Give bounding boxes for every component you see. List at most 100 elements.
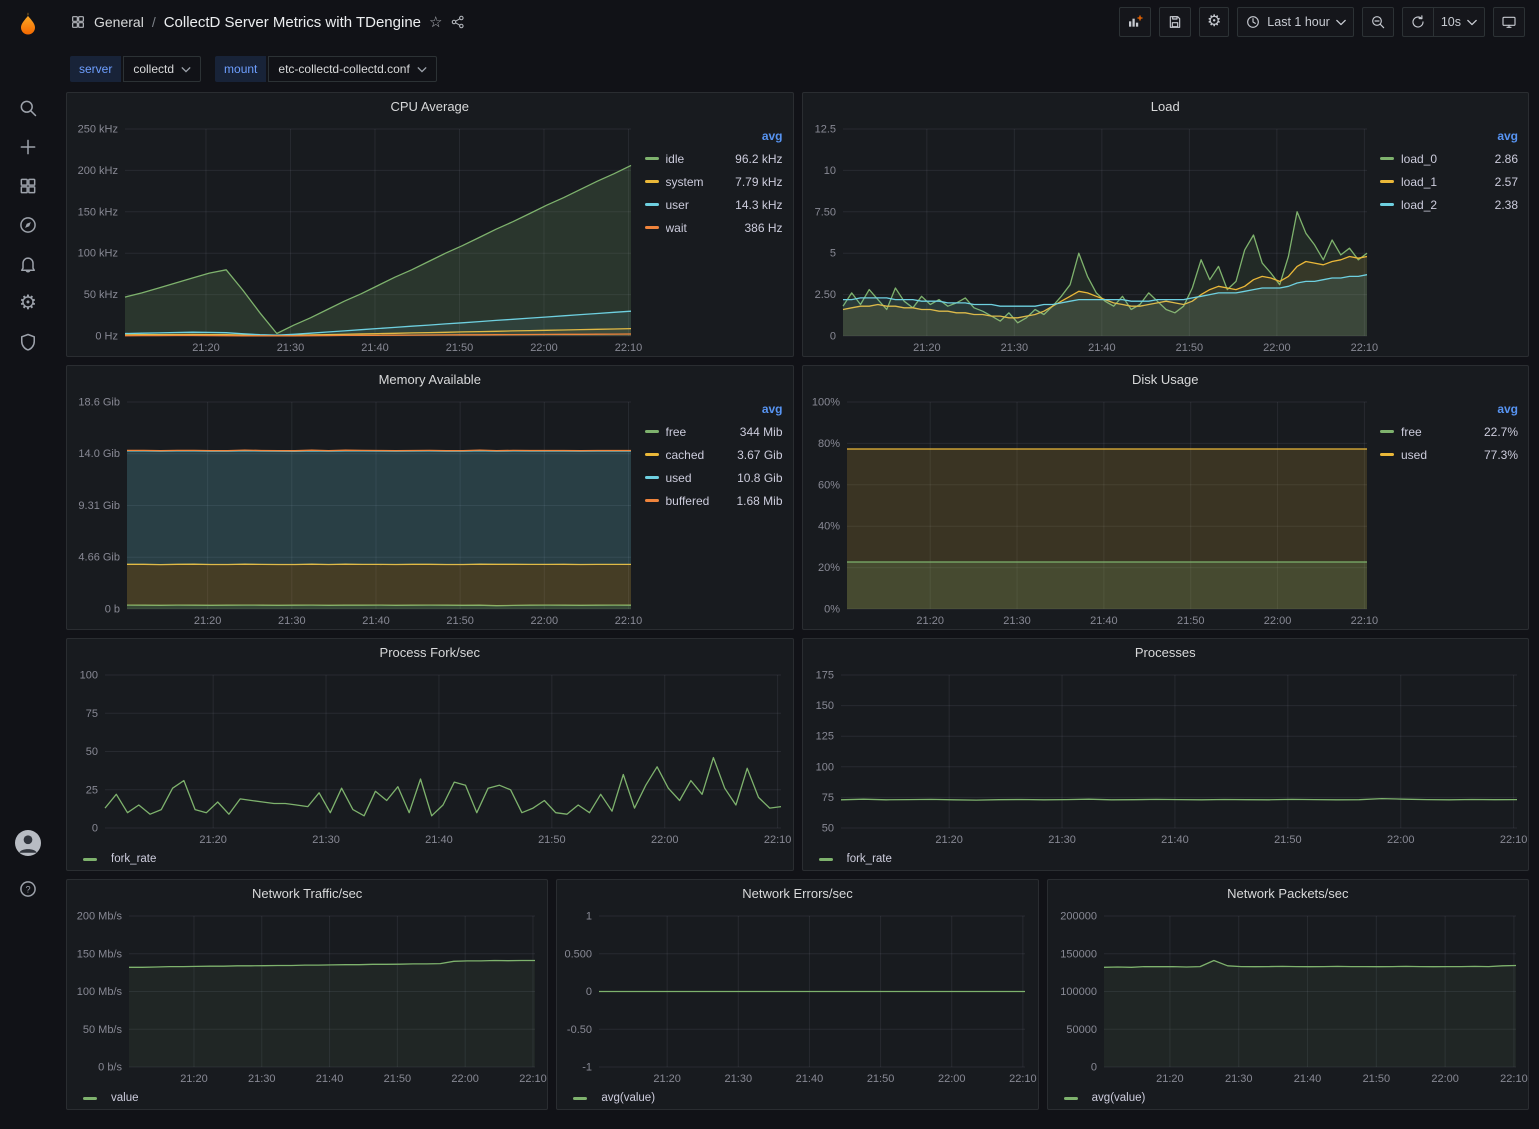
panel-title[interactable]: Load bbox=[803, 93, 1529, 119]
legend-item[interactable]: free22.7% bbox=[1380, 420, 1518, 443]
series-color-swatch bbox=[83, 1097, 97, 1100]
processes-chart[interactable]: 507510012515017521:2021:3021:4021:5022:0… bbox=[803, 665, 1529, 848]
variable-select-mount[interactable]: etc-collectd-collectd.conf bbox=[268, 56, 436, 82]
svg-text:21:50: 21:50 bbox=[384, 1073, 412, 1085]
legend-item[interactable]: free344 Mib bbox=[645, 420, 783, 443]
memory-available-chart[interactable]: 0 b4.66 Gib9.31 Gib14.0 Gib18.6 Gib21:20… bbox=[67, 392, 643, 629]
chart-svg: 02.5057.501012.521:2021:3021:4021:5022:0… bbox=[803, 119, 1379, 356]
cpu-average-chart[interactable]: 0 Hz50 kHz100 kHz150 kHz200 kHz250 kHz21… bbox=[67, 119, 643, 356]
process-fork-chart[interactable]: 025507510021:2021:3021:4021:5022:0022:10 bbox=[67, 665, 793, 848]
load-chart[interactable]: 02.5057.501012.521:2021:3021:4021:5022:0… bbox=[803, 119, 1379, 356]
svg-text:21:30: 21:30 bbox=[248, 1073, 276, 1085]
save-dashboard-button[interactable] bbox=[1159, 7, 1191, 37]
admin-shield-icon[interactable] bbox=[0, 322, 56, 361]
legend-item[interactable]: used10.8 Gib bbox=[645, 466, 783, 489]
svg-text:50 Mb/s: 50 Mb/s bbox=[83, 1024, 123, 1036]
svg-text:21:40: 21:40 bbox=[1090, 615, 1118, 627]
legend-item[interactable]: cached3.67 Gib bbox=[645, 443, 783, 466]
configuration-gear-icon[interactable]: ⚙ bbox=[0, 283, 56, 322]
refresh-interval-picker[interactable]: 10s bbox=[1433, 7, 1485, 37]
alerting-bell-icon[interactable] bbox=[0, 244, 56, 283]
series-color-swatch bbox=[645, 499, 659, 502]
svg-text:14.0 Gib: 14.0 Gib bbox=[78, 448, 120, 460]
svg-text:12.5: 12.5 bbox=[814, 124, 835, 136]
legend-item[interactable]: load_22.38 bbox=[1380, 193, 1518, 216]
svg-text:21:20: 21:20 bbox=[913, 342, 941, 354]
svg-text:50: 50 bbox=[86, 746, 98, 758]
svg-text:21:30: 21:30 bbox=[278, 615, 306, 627]
dashboards-icon[interactable] bbox=[0, 166, 56, 205]
legend-item[interactable]: user14.3 kHz bbox=[645, 193, 783, 216]
dashboard-grid-icon bbox=[70, 14, 86, 30]
svg-text:?: ? bbox=[25, 884, 30, 894]
series-color-swatch bbox=[1380, 180, 1394, 183]
star-icon[interactable]: ☆ bbox=[429, 13, 442, 31]
legend-item[interactable]: value bbox=[111, 1092, 547, 1104]
panel-network-errors: Network Errors/sec -1-0.5000.500121:2021… bbox=[556, 879, 1038, 1110]
panel-title[interactable]: Network Errors/sec bbox=[557, 880, 1037, 906]
network-traffic-chart[interactable]: 0 b/s50 Mb/s100 Mb/s150 Mb/s200 Mb/s21:2… bbox=[67, 906, 547, 1087]
series-color-swatch bbox=[1380, 157, 1394, 160]
svg-text:21:50: 21:50 bbox=[1274, 834, 1302, 846]
clock-icon bbox=[1245, 14, 1261, 30]
user-avatar[interactable] bbox=[15, 830, 41, 856]
panel-title[interactable]: Network Packets/sec bbox=[1048, 880, 1528, 906]
svg-text:22:00: 22:00 bbox=[938, 1073, 966, 1085]
share-icon[interactable] bbox=[450, 14, 466, 30]
grafana-logo-icon[interactable] bbox=[0, 2, 56, 46]
explore-compass-icon[interactable] bbox=[0, 205, 56, 244]
svg-text:7.50: 7.50 bbox=[814, 206, 835, 218]
chevron-down-icon bbox=[417, 66, 427, 73]
chevron-down-icon bbox=[1336, 15, 1346, 29]
disk-usage-chart[interactable]: 0%20%40%60%80%100%21:2021:3021:4021:5022… bbox=[803, 392, 1379, 629]
series-color-swatch bbox=[645, 157, 659, 160]
create-plus-icon[interactable] bbox=[0, 127, 56, 166]
dashboard-settings-button[interactable]: ⚙ bbox=[1199, 7, 1229, 37]
panel-title[interactable]: Disk Usage bbox=[803, 366, 1529, 392]
time-range-picker[interactable]: Last 1 hour bbox=[1237, 7, 1354, 37]
svg-text:22:00: 22:00 bbox=[1263, 615, 1291, 627]
legend-item[interactable]: fork_rate bbox=[111, 853, 793, 865]
legend-item[interactable]: avg(value) bbox=[601, 1092, 1037, 1104]
network-errors-chart[interactable]: -1-0.5000.500121:2021:3021:4021:5022:002… bbox=[557, 906, 1037, 1087]
svg-text:21:20: 21:20 bbox=[180, 1073, 208, 1085]
network-traffic-legend: value bbox=[67, 1087, 547, 1109]
panel-processes: Processes 507510012515017521:2021:3021:4… bbox=[802, 638, 1530, 871]
network-packets-chart[interactable]: 05000010000015000020000021:2021:3021:402… bbox=[1048, 906, 1528, 1087]
svg-text:21:40: 21:40 bbox=[1161, 834, 1189, 846]
panel-title[interactable]: CPU Average bbox=[67, 93, 793, 119]
svg-text:0: 0 bbox=[586, 986, 592, 998]
legend-item[interactable]: load_12.57 bbox=[1380, 170, 1518, 193]
legend-item[interactable]: load_02.86 bbox=[1380, 147, 1518, 170]
chevron-down-icon bbox=[181, 66, 191, 73]
page-title: CollectD Server Metrics with TDengine bbox=[164, 14, 421, 31]
legend-item[interactable]: fork_rate bbox=[847, 853, 1529, 865]
panel-title[interactable]: Network Traffic/sec bbox=[67, 880, 547, 906]
zoom-out-button[interactable] bbox=[1362, 7, 1394, 37]
svg-text:10: 10 bbox=[823, 165, 835, 177]
legend-item[interactable]: wait386 Hz bbox=[645, 216, 783, 239]
cpu-average-legend: avgidle96.2 kHzsystem7.79 kHzuser14.3 kH… bbox=[643, 119, 793, 356]
panel-title[interactable]: Memory Available bbox=[67, 366, 793, 392]
legend-item[interactable]: system7.79 kHz bbox=[645, 170, 783, 193]
tv-mode-button[interactable] bbox=[1493, 7, 1525, 37]
legend-item[interactable]: idle96.2 kHz bbox=[645, 147, 783, 170]
svg-text:22:10: 22:10 bbox=[615, 342, 643, 354]
chart-svg: 0%20%40%60%80%100%21:2021:3021:4021:5022… bbox=[803, 392, 1379, 629]
variable-select-server[interactable]: collectd bbox=[123, 56, 201, 82]
svg-text:100: 100 bbox=[80, 670, 98, 682]
legend-item[interactable]: used77.3% bbox=[1380, 443, 1518, 466]
legend-item[interactable]: avg(value) bbox=[1092, 1092, 1528, 1104]
variables-row: server collectd mount etc-collectd-colle… bbox=[56, 44, 1539, 92]
help-icon[interactable]: ? bbox=[0, 869, 56, 908]
svg-text:21:20: 21:20 bbox=[935, 834, 963, 846]
series-color-swatch bbox=[645, 476, 659, 479]
panel-title[interactable]: Processes bbox=[803, 639, 1529, 665]
add-panel-button[interactable] bbox=[1119, 7, 1151, 37]
panel-title[interactable]: Process Fork/sec bbox=[67, 639, 793, 665]
panel-memory-available: Memory Available 0 b4.66 Gib9.31 Gib14.0… bbox=[66, 365, 794, 630]
breadcrumb-folder[interactable]: General bbox=[94, 14, 144, 30]
legend-item[interactable]: buffered1.68 Mib bbox=[645, 489, 783, 512]
refresh-button[interactable] bbox=[1402, 7, 1433, 37]
search-icon[interactable] bbox=[0, 88, 56, 127]
